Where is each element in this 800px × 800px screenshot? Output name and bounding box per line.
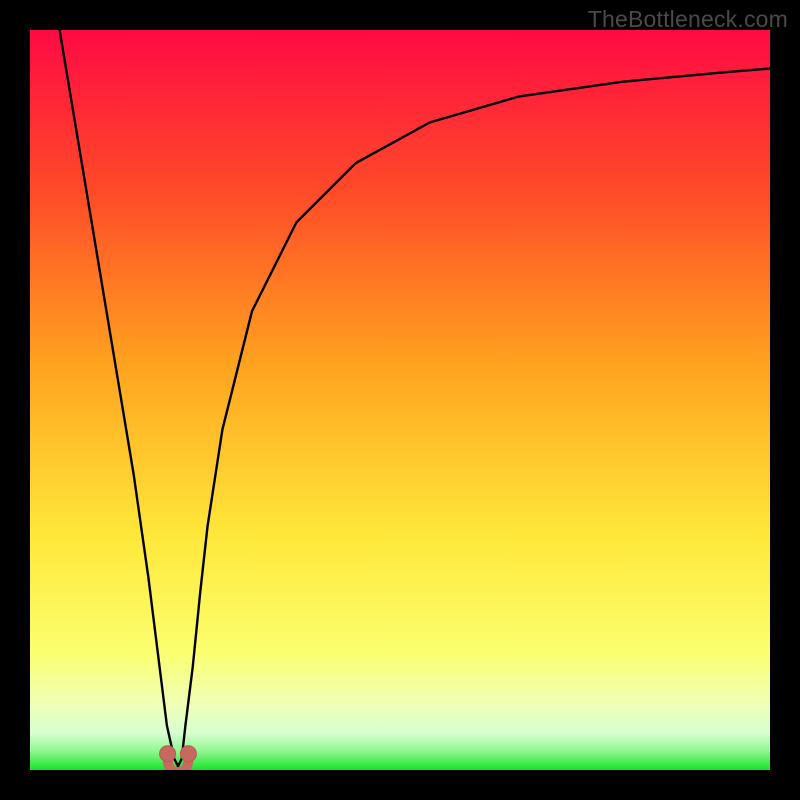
bottleneck-curve — [30, 30, 770, 770]
curve-marker-1 — [180, 746, 196, 762]
plot-frame — [30, 30, 770, 770]
watermark-text: TheBottleneck.com — [588, 6, 788, 33]
curve-path — [60, 30, 770, 766]
curve-marker-0 — [160, 746, 176, 762]
